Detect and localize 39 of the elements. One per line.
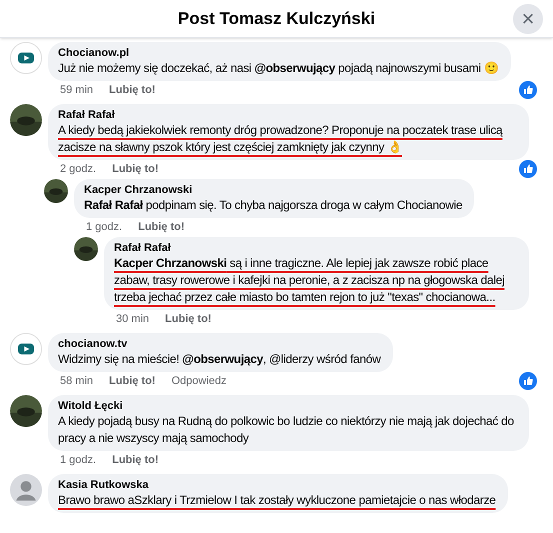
comment-time: 2 godz. [60, 162, 96, 178]
comment-text: Kacper Chrzanowski są i inne tragiczne. Ale lepiej jak zawsze robić place zabaw, trasy rowerowe i kafejki na peronie, a z zacisza np na głogowska dalej trzeba jechać przez całe miasto bo tamten rejon to już "texas" chocianowa... [114, 255, 506, 306]
like-link[interactable]: Lubię to! [138, 219, 185, 236]
comment-time: 1 godz. [60, 453, 96, 468]
dialog-title: Post Tomasz Kulczyński [178, 8, 376, 30]
like-link[interactable]: Lubię to! [112, 161, 159, 178]
logo-icon [10, 42, 42, 74]
like-link[interactable]: Lubię to! [109, 373, 156, 390]
logo-icon [10, 333, 42, 365]
profile-photo [74, 237, 98, 261]
comment-text: A kiedy bedą jakiekolwiek remonty dróg prowadzone? Proponuje na poczatek trase ulicą zacisze na sławny pszok który jest częściej zamknięty jak czynny 👌 [58, 122, 504, 156]
comment-text: Widzimy się na mieście! @obserwujący, @liderzy wśród fanów [58, 351, 381, 368]
like-link[interactable]: Lubię to! [109, 82, 156, 99]
close-button[interactable]: × [513, 4, 543, 34]
like-reaction-icon [519, 372, 537, 390]
comment-author[interactable]: chocianow.tv [58, 337, 381, 351]
like-reaction-icon [519, 160, 537, 178]
comment-text: Już nie możemy się doczekać, aż nasi @obserwujący pojadą najnowszymi busami 🙂 [58, 60, 498, 77]
like-link[interactable]: Lubię to! [165, 311, 212, 328]
comment-text: Rafał Rafał podpinam się. To chyba najgorsza droga w całym Chocianowie [84, 197, 462, 214]
comment-author[interactable]: Chocianow.pl [58, 46, 498, 60]
comment-author[interactable]: Kasia Rutkowska [58, 478, 496, 492]
comment-author[interactable]: Rafał Rafał [58, 108, 517, 122]
comment-author[interactable]: Kacper Chrzanowski [84, 183, 462, 197]
profile-photo [10, 104, 42, 136]
profile-photo [44, 179, 68, 203]
like-link[interactable]: Lubię to! [112, 452, 159, 469]
comment-author[interactable]: Witold Łęcki [58, 399, 517, 413]
comment-author[interactable]: Rafał Rafał [114, 241, 517, 255]
comment-time: 1 godz. [86, 220, 122, 236]
comment-text: Brawo brawo aSzklary i Trzmielow I tak zostały wykluczone pamietajcie o nas włodarze [58, 492, 496, 509]
comment-time: 30 min [116, 312, 150, 328]
reply-link[interactable]: Odpowiedz [171, 373, 227, 390]
comment-time: 58 min [60, 374, 94, 390]
profile-photo [10, 395, 42, 427]
like-reaction-icon [519, 81, 537, 99]
comment-time: 59 min [60, 83, 94, 98]
avatar-icon [10, 474, 42, 506]
comment-text: A kiedy pojadą busy na Rudną do polkowic bo ludzie co niektórzy nie mają jak dojechać do pracy a nie wszyscy mają samochody [58, 413, 515, 447]
